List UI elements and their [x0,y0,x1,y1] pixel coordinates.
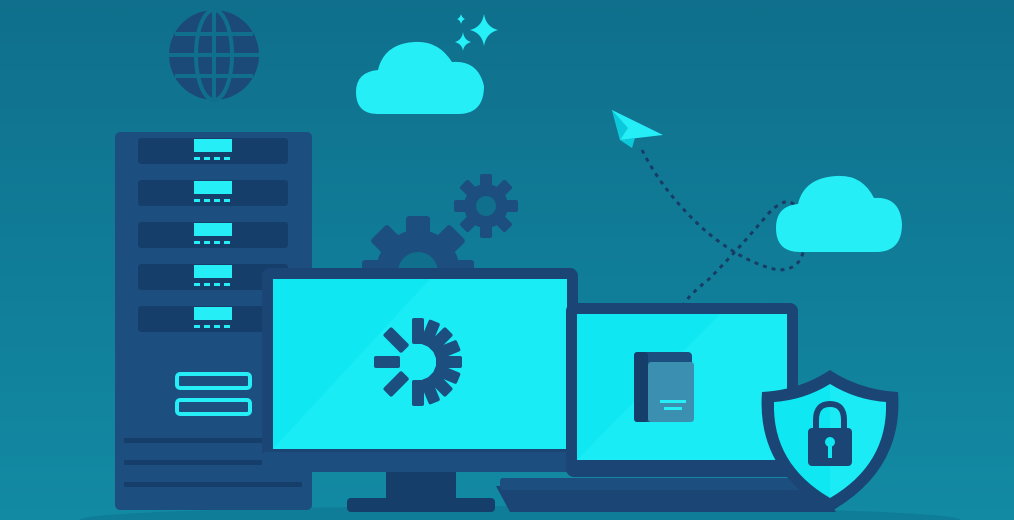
globe-icon [169,8,259,102]
gear-icon [454,174,518,238]
server-unit [115,216,312,254]
server-unit [115,132,312,170]
illustration-scene [0,0,1014,520]
book-icon [634,352,694,422]
server-unit [115,174,312,212]
scene-svg [0,0,1014,520]
